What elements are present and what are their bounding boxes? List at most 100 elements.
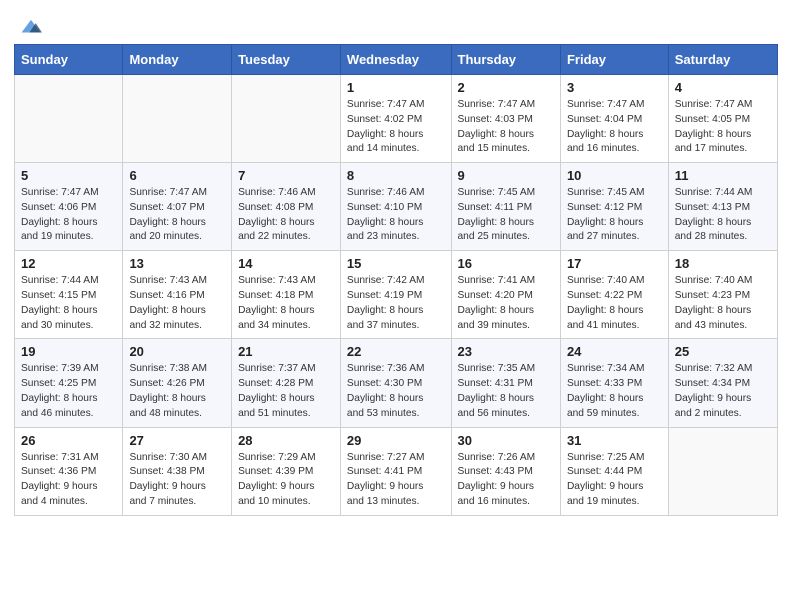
calendar-cell: 8 Sunrise: 7:46 AM Sunset: 4:10 PM Daylig… <box>340 163 451 251</box>
day-number: 6 <box>129 168 225 183</box>
day-number: 3 <box>567 80 662 95</box>
day-number: 9 <box>458 168 554 183</box>
day-number: 13 <box>129 256 225 271</box>
day-info: Sunrise: 7:40 AM Sunset: 4:22 PM Dayligh… <box>567 274 662 333</box>
day-number: 30 <box>458 433 554 448</box>
day-info: Sunrise: 7:45 AM Sunset: 4:11 PM Dayligh… <box>458 186 554 245</box>
logo <box>20 18 45 36</box>
calendar-cell: 23 Sunrise: 7:35 AM Sunset: 4:31 PM Dayli… <box>451 339 560 427</box>
day-number: 16 <box>458 256 554 271</box>
day-info: Sunrise: 7:40 AM Sunset: 4:23 PM Dayligh… <box>675 274 771 333</box>
weekday-header-thursday: Thursday <box>451 45 560 75</box>
day-number: 8 <box>347 168 445 183</box>
day-info: Sunrise: 7:27 AM Sunset: 4:41 PM Dayligh… <box>347 451 445 510</box>
day-number: 31 <box>567 433 662 448</box>
day-info: Sunrise: 7:47 AM Sunset: 4:02 PM Dayligh… <box>347 98 445 157</box>
day-number: 24 <box>567 344 662 359</box>
day-info: Sunrise: 7:45 AM Sunset: 4:12 PM Dayligh… <box>567 186 662 245</box>
calendar-cell: 27 Sunrise: 7:30 AM Sunset: 4:38 PM Dayli… <box>123 427 232 515</box>
day-info: Sunrise: 7:30 AM Sunset: 4:38 PM Dayligh… <box>129 451 225 510</box>
calendar-week-5: 26Sunrise: 7:31 AM Sunset: 4:36 PM Dayli… <box>15 427 778 515</box>
day-info: Sunrise: 7:35 AM Sunset: 4:31 PM Dayligh… <box>458 362 554 421</box>
calendar-cell: 6Sunrise: 7:47 AM Sunset: 4:07 PM Daylig… <box>123 163 232 251</box>
calendar-cell: 3 Sunrise: 7:47 AM Sunset: 4:04 PM Daylig… <box>560 75 668 163</box>
day-number: 15 <box>347 256 445 271</box>
day-number: 4 <box>675 80 771 95</box>
day-info: Sunrise: 7:47 AM Sunset: 4:06 PM Dayligh… <box>21 186 116 245</box>
weekday-header-monday: Monday <box>123 45 232 75</box>
day-info: Sunrise: 7:42 AM Sunset: 4:19 PM Dayligh… <box>347 274 445 333</box>
day-number: 25 <box>675 344 771 359</box>
day-info: Sunrise: 7:36 AM Sunset: 4:30 PM Dayligh… <box>347 362 445 421</box>
day-info: Sunrise: 7:38 AM Sunset: 4:26 PM Dayligh… <box>129 362 225 421</box>
day-number: 7 <box>238 168 334 183</box>
day-info: Sunrise: 7:29 AM Sunset: 4:39 PM Dayligh… <box>238 451 334 510</box>
day-info: Sunrise: 7:46 AM Sunset: 4:08 PM Dayligh… <box>238 186 334 245</box>
day-info: Sunrise: 7:34 AM Sunset: 4:33 PM Dayligh… <box>567 362 662 421</box>
day-info: Sunrise: 7:32 AM Sunset: 4:34 PM Dayligh… <box>675 362 771 421</box>
day-number: 20 <box>129 344 225 359</box>
day-info: Sunrise: 7:41 AM Sunset: 4:20 PM Dayligh… <box>458 274 554 333</box>
weekday-header-sunday: Sunday <box>15 45 123 75</box>
logo-icon <box>20 18 42 36</box>
day-info: Sunrise: 7:26 AM Sunset: 4:43 PM Dayligh… <box>458 451 554 510</box>
day-info: Sunrise: 7:47 AM Sunset: 4:04 PM Dayligh… <box>567 98 662 157</box>
calendar-cell: 30 Sunrise: 7:26 AM Sunset: 4:43 PM Dayli… <box>451 427 560 515</box>
day-number: 23 <box>458 344 554 359</box>
calendar-cell: 7 Sunrise: 7:46 AM Sunset: 4:08 PM Daylig… <box>232 163 341 251</box>
day-number: 18 <box>675 256 771 271</box>
day-number: 10 <box>567 168 662 183</box>
calendar-cell: 9 Sunrise: 7:45 AM Sunset: 4:11 PM Daylig… <box>451 163 560 251</box>
day-number: 28 <box>238 433 334 448</box>
calendar-week-4: 19Sunrise: 7:39 AM Sunset: 4:25 PM Dayli… <box>15 339 778 427</box>
day-number: 14 <box>238 256 334 271</box>
weekday-header-row: SundayMondayTuesdayWednesdayThursdayFrid… <box>15 45 778 75</box>
calendar-cell: 5 Sunrise: 7:47 AM Sunset: 4:06 PM Daylig… <box>15 163 123 251</box>
calendar-cell: 25 Sunrise: 7:32 AM Sunset: 4:34 PM Dayli… <box>668 339 777 427</box>
calendar-cell <box>232 75 341 163</box>
calendar-cell: 15 Sunrise: 7:42 AM Sunset: 4:19 PM Dayli… <box>340 251 451 339</box>
day-number: 29 <box>347 433 445 448</box>
weekday-header-wednesday: Wednesday <box>340 45 451 75</box>
calendar-week-1: 1Sunrise: 7:47 AM Sunset: 4:02 PM Daylig… <box>15 75 778 163</box>
calendar-cell <box>668 427 777 515</box>
calendar-cell: 19Sunrise: 7:39 AM Sunset: 4:25 PM Dayli… <box>15 339 123 427</box>
calendar-cell: 12 Sunrise: 7:44 AM Sunset: 4:15 PM Dayli… <box>15 251 123 339</box>
weekday-header-saturday: Saturday <box>668 45 777 75</box>
calendar-cell: 1Sunrise: 7:47 AM Sunset: 4:02 PM Daylig… <box>340 75 451 163</box>
day-number: 26 <box>21 433 116 448</box>
calendar-cell <box>123 75 232 163</box>
day-number: 2 <box>458 80 554 95</box>
day-info: Sunrise: 7:44 AM Sunset: 4:13 PM Dayligh… <box>675 186 771 245</box>
day-info: Sunrise: 7:44 AM Sunset: 4:15 PM Dayligh… <box>21 274 116 333</box>
calendar-cell: 11Sunrise: 7:44 AM Sunset: 4:13 PM Dayli… <box>668 163 777 251</box>
calendar-cell: 31 Sunrise: 7:25 AM Sunset: 4:44 PM Dayli… <box>560 427 668 515</box>
day-info: Sunrise: 7:39 AM Sunset: 4:25 PM Dayligh… <box>21 362 116 421</box>
calendar-cell: 29 Sunrise: 7:27 AM Sunset: 4:41 PM Dayli… <box>340 427 451 515</box>
day-number: 12 <box>21 256 116 271</box>
calendar-wrapper: SundayMondayTuesdayWednesdayThursdayFrid… <box>0 44 792 530</box>
day-info: Sunrise: 7:46 AM Sunset: 4:10 PM Dayligh… <box>347 186 445 245</box>
day-number: 27 <box>129 433 225 448</box>
day-number: 21 <box>238 344 334 359</box>
page-header <box>0 0 792 44</box>
calendar-table: SundayMondayTuesdayWednesdayThursdayFrid… <box>14 44 778 516</box>
day-info: Sunrise: 7:47 AM Sunset: 4:03 PM Dayligh… <box>458 98 554 157</box>
weekday-header-tuesday: Tuesday <box>232 45 341 75</box>
calendar-cell: 14Sunrise: 7:43 AM Sunset: 4:18 PM Dayli… <box>232 251 341 339</box>
calendar-cell: 28 Sunrise: 7:29 AM Sunset: 4:39 PM Dayli… <box>232 427 341 515</box>
day-info: Sunrise: 7:25 AM Sunset: 4:44 PM Dayligh… <box>567 451 662 510</box>
calendar-cell: 18 Sunrise: 7:40 AM Sunset: 4:23 PM Dayli… <box>668 251 777 339</box>
calendar-cell: 20 Sunrise: 7:38 AM Sunset: 4:26 PM Dayli… <box>123 339 232 427</box>
calendar-cell: 13Sunrise: 7:43 AM Sunset: 4:16 PM Dayli… <box>123 251 232 339</box>
day-number: 5 <box>21 168 116 183</box>
calendar-cell: 16 Sunrise: 7:41 AM Sunset: 4:20 PM Dayli… <box>451 251 560 339</box>
day-info: Sunrise: 7:47 AM Sunset: 4:05 PM Dayligh… <box>675 98 771 157</box>
weekday-header-friday: Friday <box>560 45 668 75</box>
calendar-body: 1Sunrise: 7:47 AM Sunset: 4:02 PM Daylig… <box>15 75 778 516</box>
calendar-cell <box>15 75 123 163</box>
calendar-cell: 17Sunrise: 7:40 AM Sunset: 4:22 PM Dayli… <box>560 251 668 339</box>
calendar-cell: 10 Sunrise: 7:45 AM Sunset: 4:12 PM Dayli… <box>560 163 668 251</box>
calendar-cell: 26Sunrise: 7:31 AM Sunset: 4:36 PM Dayli… <box>15 427 123 515</box>
calendar-week-3: 12 Sunrise: 7:44 AM Sunset: 4:15 PM Dayli… <box>15 251 778 339</box>
